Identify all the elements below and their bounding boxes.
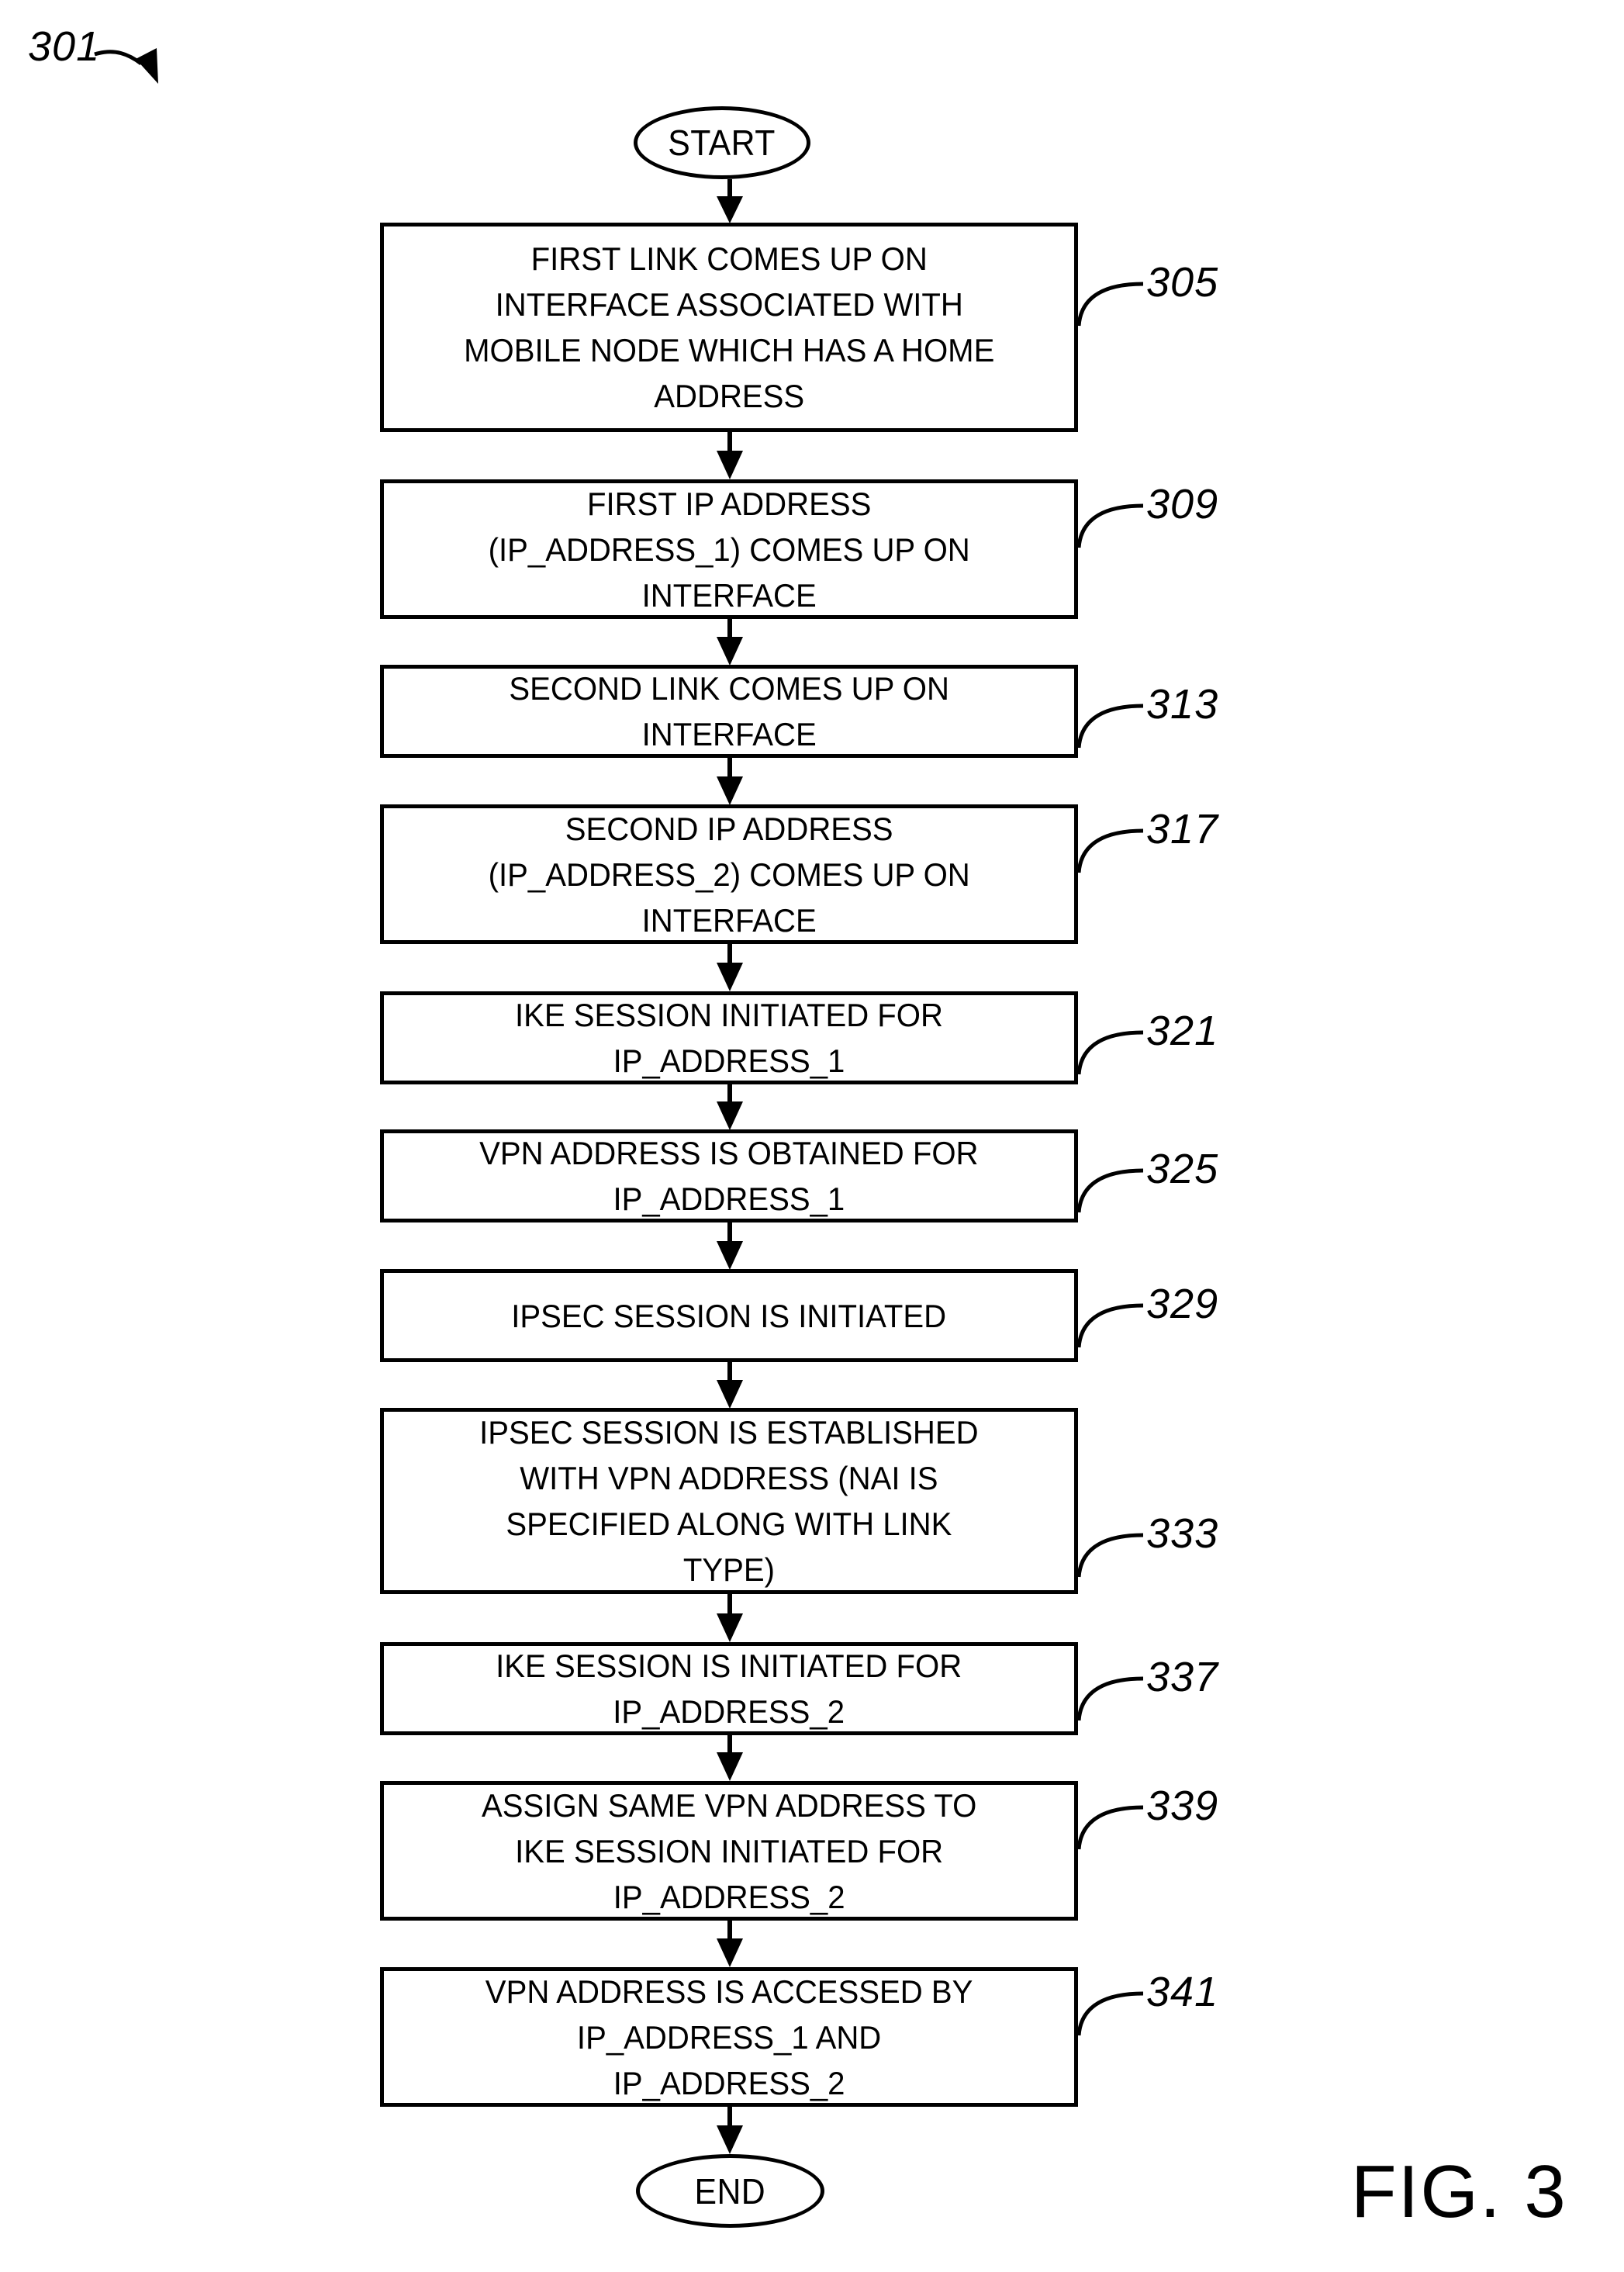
connector-arrow-309-to-313 xyxy=(717,619,743,666)
step-box-341: VPN ADDRESS IS ACCESSED BY IP_ADDRESS_1 … xyxy=(380,1967,1078,2107)
leader-line-341 xyxy=(1076,1991,1144,2036)
reference-numeral-333: 333 xyxy=(1146,1510,1219,1557)
leader-line-313 xyxy=(1076,704,1144,749)
step-box-325-text: VPN ADDRESS IS OBTAINED FOR IP_ADDRESS_1 xyxy=(479,1135,979,1217)
reference-numeral-321: 321 xyxy=(1146,1008,1219,1054)
leader-line-305 xyxy=(1076,282,1144,327)
step-box-339: ASSIGN SAME VPN ADDRESS TO IKE SESSION I… xyxy=(380,1781,1078,1921)
terminal-start-label: START xyxy=(668,123,776,163)
connector-arrow-333-to-337 xyxy=(717,1594,743,1642)
step-box-329-text: IPSEC SESSION IS INITIATED xyxy=(511,1297,947,1334)
sheet-reference-arrow-icon xyxy=(94,48,158,84)
step-box-321: IKE SESSION INITIATED FOR IP_ADDRESS_1 xyxy=(380,991,1078,1084)
step-box-305: FIRST LINK COMES UP ON INTERFACE ASSOCIA… xyxy=(380,223,1078,432)
figure-sheet-reference: 301 xyxy=(28,23,101,70)
step-box-321-text: IKE SESSION INITIATED FOR IP_ADDRESS_1 xyxy=(515,997,943,1079)
step-box-313: SECOND LINK COMES UP ON INTERFACE xyxy=(380,665,1078,758)
leader-line-317 xyxy=(1076,828,1144,873)
step-box-313-text: SECOND LINK COMES UP ON INTERFACE xyxy=(509,670,949,752)
connector-arrow-317-to-321 xyxy=(717,944,743,991)
patent-figure-page: 301 START FIRST LINK COMES UP ON INTERFA… xyxy=(0,0,1624,2272)
reference-numeral-309: 309 xyxy=(1146,481,1219,527)
step-box-337-text: IKE SESSION IS INITIATED FOR IP_ADDRESS_… xyxy=(496,1648,962,1730)
leader-line-329 xyxy=(1076,1303,1144,1348)
reference-numeral-341: 341 xyxy=(1146,1969,1219,2015)
step-box-339-text: ASSIGN SAME VPN ADDRESS TO IKE SESSION I… xyxy=(481,1786,977,1915)
connector-arrow-337-to-339 xyxy=(717,1735,743,1781)
connector-arrow-305-to-309 xyxy=(717,432,743,479)
step-box-317-text: SECOND IP ADDRESS (IP_ADDRESS_2) COMES U… xyxy=(488,810,970,939)
reference-numeral-305: 305 xyxy=(1146,259,1219,306)
step-box-309-text: FIRST IP ADDRESS (IP_ADDRESS_1) COMES UP… xyxy=(488,485,970,614)
step-box-333-text: IPSEC SESSION IS ESTABLISHED WITH VPN AD… xyxy=(479,1414,979,1588)
connector-arrow-313-to-317 xyxy=(717,758,743,805)
step-box-317: SECOND IP ADDRESS (IP_ADDRESS_2) COMES U… xyxy=(380,804,1078,944)
step-box-333: IPSEC SESSION IS ESTABLISHED WITH VPN AD… xyxy=(380,1408,1078,1594)
terminal-end: END xyxy=(636,2154,824,2228)
connector-arrow-321-to-325 xyxy=(717,1084,743,1130)
terminal-start: START xyxy=(634,106,810,179)
step-box-305-text: FIRST LINK COMES UP ON INTERFACE ASSOCIA… xyxy=(463,240,995,414)
step-box-309: FIRST IP ADDRESS (IP_ADDRESS_1) COMES UP… xyxy=(380,479,1078,619)
connector-arrow-341-to-end xyxy=(717,2107,743,2154)
leader-line-321 xyxy=(1076,1030,1144,1075)
leader-line-337 xyxy=(1076,1676,1144,1721)
terminal-end-label: END xyxy=(694,2170,766,2211)
reference-numeral-339: 339 xyxy=(1146,1783,1219,1829)
connector-arrow-325-to-329 xyxy=(717,1222,743,1270)
figure-caption: FIG. 3 xyxy=(1351,2150,1567,2233)
connector-arrow-339-to-341 xyxy=(717,1921,743,1967)
leader-line-325 xyxy=(1076,1168,1144,1213)
reference-numeral-317: 317 xyxy=(1146,806,1219,852)
connector-arrow-start-to-305 xyxy=(717,179,743,223)
leader-line-333 xyxy=(1076,1533,1144,1578)
leader-line-339 xyxy=(1076,1805,1144,1850)
reference-numeral-325: 325 xyxy=(1146,1146,1219,1192)
reference-numeral-329: 329 xyxy=(1146,1281,1219,1327)
reference-numeral-337: 337 xyxy=(1146,1654,1219,1700)
step-box-341-text: VPN ADDRESS IS ACCESSED BY IP_ADDRESS_1 … xyxy=(485,1973,973,2101)
leader-line-309 xyxy=(1076,503,1144,548)
step-box-337: IKE SESSION IS INITIATED FOR IP_ADDRESS_… xyxy=(380,1642,1078,1735)
connector-arrow-329-to-333 xyxy=(717,1362,743,1409)
step-box-325: VPN ADDRESS IS OBTAINED FOR IP_ADDRESS_1 xyxy=(380,1129,1078,1222)
step-box-329: IPSEC SESSION IS INITIATED xyxy=(380,1269,1078,1362)
reference-numeral-313: 313 xyxy=(1146,681,1219,728)
